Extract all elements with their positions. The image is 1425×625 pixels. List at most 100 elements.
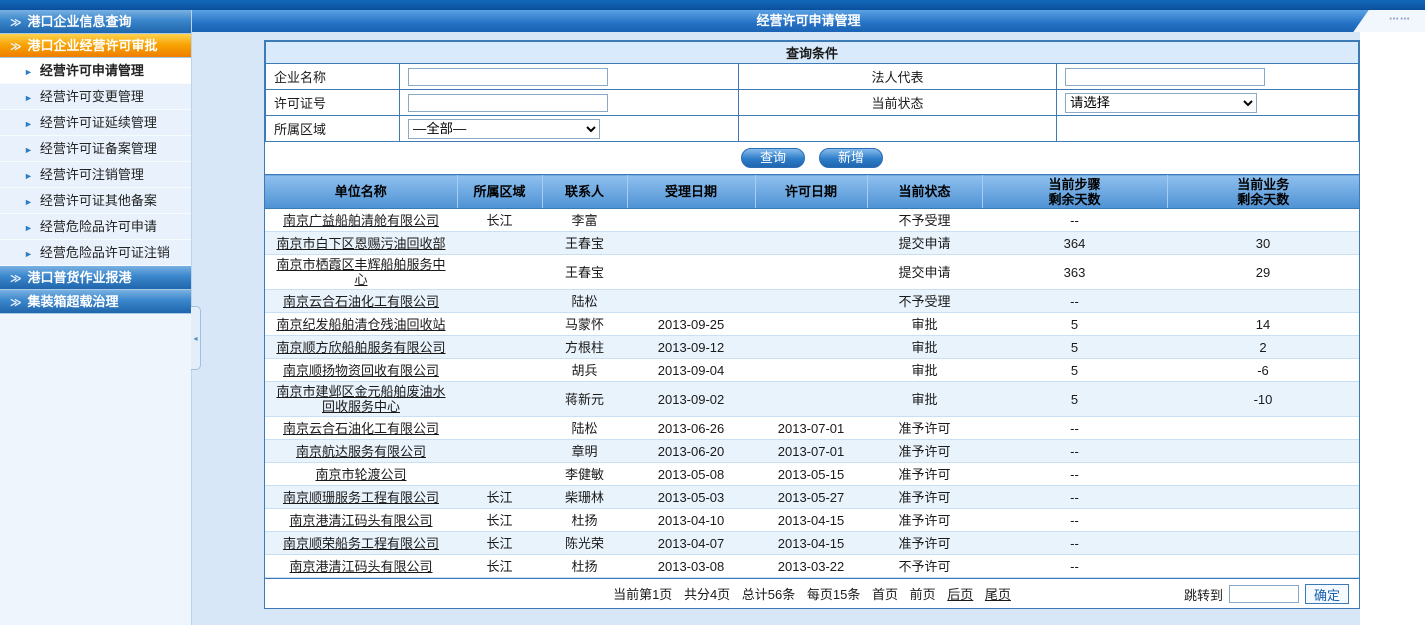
company-cell: 南京市白下区恩赐污油回收部 — [265, 232, 457, 255]
sidebar-submenu-item[interactable]: ►经营许可证延续管理 — [0, 110, 191, 136]
accept-date-cell: 2013-09-02 — [627, 382, 755, 417]
company-link[interactable]: 南京广益船舶清舱有限公司 — [283, 213, 439, 228]
sidebar-item-container-overload[interactable]: ≫集装箱超载治理 — [0, 290, 191, 314]
contact-cell: 杜扬 — [542, 509, 627, 532]
double-arrow-icon: ≫ — [10, 297, 22, 309]
col-header-biz-days: 当前业务剩余天数 — [1167, 175, 1359, 209]
company-link[interactable]: 南京顺扬物资回收有限公司 — [283, 363, 439, 378]
company-cell: 南京云合石油化工有限公司 — [265, 417, 457, 440]
region-cell — [457, 440, 542, 463]
status-cell: 审批 — [867, 359, 982, 382]
table-row: 南京顺扬物资回收有限公司胡兵2013-09-04审批5-6 — [265, 359, 1359, 382]
company-link[interactable]: 南京航达服务有限公司 — [296, 444, 426, 459]
status-select[interactable]: 请选择 — [1065, 93, 1257, 113]
biz-days-cell: -10 — [1167, 382, 1359, 417]
arrow-bullet-icon: ► — [24, 249, 33, 259]
company-link[interactable]: 南京港清江码头有限公司 — [289, 559, 432, 574]
region-cell — [457, 359, 542, 382]
company-link[interactable]: 南京市轮渡公司 — [315, 467, 406, 482]
sidebar-item-port-enterprise-info[interactable]: ≫港口企业信息查询 — [0, 10, 191, 34]
table-row: 南京顺荣船务工程有限公司长江陈光荣2013-04-072013-04-15准予许… — [265, 532, 1359, 555]
contact-cell: 柴珊林 — [542, 486, 627, 509]
company-link[interactable]: 南京顺荣船务工程有限公司 — [283, 536, 439, 551]
company-link[interactable]: 南京市建邺区金元船舶废油水回收服务中心 — [276, 384, 445, 414]
license-no-label: 许可证号 — [266, 90, 400, 116]
license-date-cell — [755, 382, 867, 417]
step-days-cell: 5 — [982, 313, 1167, 336]
double-arrow-icon: ≫ — [10, 17, 22, 29]
region-cell: 长江 — [457, 486, 542, 509]
status-label: 当前状态 — [739, 90, 1057, 116]
sidebar-submenu-item[interactable]: ►经营许可变更管理 — [0, 84, 191, 110]
status-cell: 准予许可 — [867, 440, 982, 463]
contact-cell: 杜扬 — [542, 555, 627, 578]
legal-rep-label: 法人代表 — [739, 64, 1057, 90]
license-date-cell — [755, 290, 867, 313]
sidebar-submenu-item[interactable]: ►经营许可证备案管理 — [0, 136, 191, 162]
search-button[interactable]: 查询 — [741, 148, 805, 168]
accept-date-cell — [627, 255, 755, 290]
company-link[interactable]: 南京市白下区恩赐污油回收部 — [276, 236, 445, 251]
prev-page-link[interactable]: 前页 — [910, 587, 936, 602]
page-title: 经营许可申请管理 — [756, 13, 860, 28]
company-link[interactable]: 南京市栖霞区丰辉船舶服务中心 — [276, 257, 445, 287]
company-name-input[interactable] — [408, 68, 608, 86]
window-grip-dots: ⋯⋯ — [1389, 9, 1411, 31]
step-days-cell: 5 — [982, 359, 1167, 382]
sidebar-submenu-item[interactable]: ►经营危险品许可申请 — [0, 214, 191, 240]
legal-rep-input[interactable] — [1065, 68, 1265, 86]
step-days-cell: -- — [982, 555, 1167, 578]
add-button[interactable]: 新增 — [819, 148, 883, 168]
confirm-button[interactable]: 确定 — [1305, 584, 1349, 604]
company-cell: 南京航达服务有限公司 — [265, 440, 457, 463]
next-page-link[interactable]: 后页 — [947, 587, 973, 602]
region-select[interactable]: —全部— — [408, 119, 600, 139]
jump-page-input[interactable] — [1229, 585, 1299, 603]
sidebar-submenu-item[interactable]: ►经营许可证其他备案 — [0, 188, 191, 214]
contact-cell: 王春宝 — [542, 255, 627, 290]
first-page-link[interactable]: 首页 — [872, 587, 898, 602]
license-no-input[interactable] — [408, 94, 608, 112]
company-cell: 南京顺方欣船舶服务有限公司 — [265, 336, 457, 359]
biz-days-cell — [1167, 209, 1359, 232]
arrow-bullet-icon: ► — [24, 223, 33, 233]
accept-date-cell: 2013-06-20 — [627, 440, 755, 463]
sidebar-item-license-approval[interactable]: ≫港口企业经营许可审批 — [0, 34, 191, 58]
company-link[interactable]: 南京港清江码头有限公司 — [289, 513, 432, 528]
accept-date-cell: 2013-09-25 — [627, 313, 755, 336]
contact-cell: 陈光荣 — [542, 532, 627, 555]
company-link[interactable]: 南京云合石油化工有限公司 — [283, 421, 439, 436]
table-row: 南京港清江码头有限公司长江杜扬2013-03-082013-03-22不予许可-… — [265, 555, 1359, 578]
submenu-item-label: 经营许可证延续管理 — [40, 115, 157, 130]
status-cell: 审批 — [867, 382, 982, 417]
company-cell: 南京顺荣船务工程有限公司 — [265, 532, 457, 555]
table-header-row: 单位名称 所属区域 联系人 受理日期 许可日期 当前状态 当前步骤剩余天数 当前… — [265, 175, 1359, 209]
sidebar-item-cargo-report[interactable]: ≫港口普货作业报港 — [0, 266, 191, 290]
accept-date-cell: 2013-06-26 — [627, 417, 755, 440]
contact-cell: 马蒙怀 — [542, 313, 627, 336]
table-row: 南京市建邺区金元船舶废油水回收服务中心蒋新元2013-09-02审批5-10 — [265, 382, 1359, 417]
submenu-item-label: 经营许可证备案管理 — [40, 141, 157, 156]
last-page-link[interactable]: 尾页 — [985, 587, 1011, 602]
step-days-cell: -- — [982, 417, 1167, 440]
company-cell: 南京市建邺区金元船舶废油水回收服务中心 — [265, 382, 457, 417]
total-records-info: 总计56条 — [742, 587, 795, 602]
contact-cell: 陆松 — [542, 417, 627, 440]
company-link[interactable]: 南京云合石油化工有限公司 — [283, 294, 439, 309]
sidebar-submenu-item[interactable]: ►经营许可申请管理 — [0, 58, 191, 84]
jump-label: 跳转到 — [1184, 585, 1223, 604]
pagination-bar: 当前第1页 共分4页 总计56条 每页15条 首页 前页 后页 尾页 跳转到 确… — [265, 578, 1359, 608]
sidebar-submenu-item[interactable]: ►经营危险品许可证注销 — [0, 240, 191, 266]
biz-days-cell: 29 — [1167, 255, 1359, 290]
sidebar-collapse-handle[interactable]: ◂ — [191, 306, 201, 370]
company-cell: 南京港清江码头有限公司 — [265, 555, 457, 578]
company-link[interactable]: 南京顺珊服务工程有限公司 — [283, 490, 439, 505]
company-link[interactable]: 南京顺方欣船舶服务有限公司 — [276, 340, 445, 355]
accept-date-cell: 2013-04-10 — [627, 509, 755, 532]
sidebar-submenu-item[interactable]: ►经营许可注销管理 — [0, 162, 191, 188]
contact-cell: 方根柱 — [542, 336, 627, 359]
accept-date-cell — [627, 290, 755, 313]
contact-cell: 李富 — [542, 209, 627, 232]
company-link[interactable]: 南京纪发船舶清仓残油回收站 — [276, 317, 445, 332]
status-cell: 不予受理 — [867, 209, 982, 232]
